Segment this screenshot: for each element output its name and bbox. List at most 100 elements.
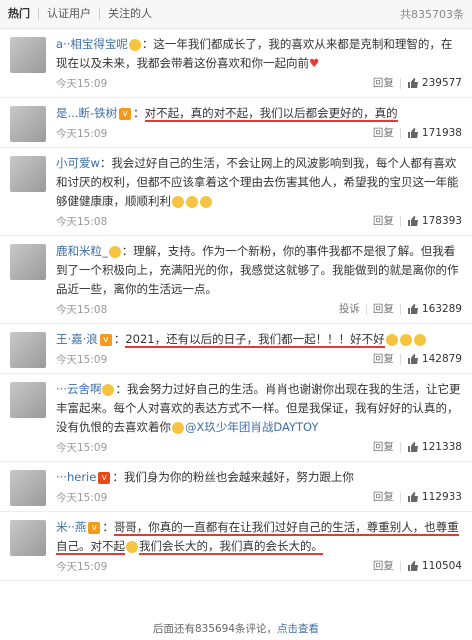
avatar[interactable] [10,106,46,142]
thumb-up-icon [407,304,418,314]
emoji-icon [413,333,426,346]
timestamp: 今天15:09 [56,560,108,573]
comment-text: 王·嘉·浪 v ：2021，还有以后的日子，我们都一起！！！好不好 [56,330,462,349]
tab-hot[interactable]: 热门 [8,8,39,20]
like-button[interactable]: 239577 [401,77,462,89]
reply-button[interactable]: 回复 [367,353,401,365]
comment-text: ···云舍啊 ：我会努力过好自己的生活。肖肖也谢谢你出现在我的生活，让它更丰富起来… [56,382,461,434]
mention-link[interactable]: @X玖少年团肖战DAYTOY [185,420,319,434]
avatar[interactable] [10,382,46,418]
emoji-icon [172,195,184,208]
username[interactable]: ···herie [56,470,96,484]
username[interactable]: 王·嘉·浪 [56,332,98,346]
like-count: 142879 [421,353,462,365]
username[interactable]: a··相宝得宝呢 [56,37,128,51]
avatar[interactable] [10,156,46,192]
emoji-icon [102,383,115,396]
comment-meta: 今天15:08 投诉 回复 163289 [56,299,462,319]
avatar[interactable] [10,520,46,556]
comment-content: 2021，还有以后的日子，我们都一起！！！好不好 [125,332,385,348]
comment-item: 米··燕 v ：哥哥，你真的一直都有在让我们过好自己的生活，尊重别人，也尊重自己。对… [0,512,472,581]
view-more-link[interactable]: 点击查看 [277,623,319,635]
more-comments-footer: 后面还有835694条评论，点击查看 [0,618,472,640]
timestamp: 今天15:09 [56,441,108,454]
emoji-icon [186,195,198,208]
emoji-icon [108,245,121,258]
like-count: 239577 [421,77,462,89]
like-button[interactable]: 171938 [401,127,462,139]
comment-text: ···herie v ：我们身为你的粉丝也会越来越好，努力跟上你 [56,470,354,484]
thumb-up-icon [407,442,418,452]
emoji-icon [399,333,412,346]
timestamp: 今天15:09 [56,127,108,140]
emoji-icon [128,38,141,51]
reply-button[interactable]: 回复 [367,441,401,453]
like-count: 112933 [421,491,462,503]
like-count: 163289 [421,303,462,315]
reply-button[interactable]: 回复 [367,215,401,227]
reply-button[interactable]: 回复 [367,77,401,89]
timestamp: 今天15:09 [56,77,108,90]
comment-content: 我们会长大的，我们真的会长大的。 [139,539,323,555]
username[interactable]: ···云舍啊 [56,382,101,396]
comment-item: 王·嘉·浪 v ：2021，还有以后的日子，我们都一起！！！好不好 今天15:09 … [0,324,472,374]
comment-meta: 今天15:09 回复 142879 [56,349,462,369]
thumb-up-icon [407,216,418,226]
comment-text: 鹿和米粒_ ：理解，支持。作为一个新粉，你的事件我都不是很了解。但我看到了一个积极… [56,244,459,296]
reply-button[interactable]: 回复 [367,560,401,572]
like-button[interactable]: 121338 [401,441,462,453]
avatar[interactable] [10,37,46,73]
timestamp: 今天15:08 [56,303,108,316]
avatar[interactable] [10,470,46,506]
avatar[interactable] [10,332,46,368]
comment-content: 我会过好自己的生活，不会让网上的风波影响到我，每个人都有喜欢和讨厌的权利，但都不… [56,156,459,208]
comment-meta: 今天15:09 回复 121338 [56,437,462,457]
reply-button[interactable]: 回复 [367,303,401,315]
like-button[interactable]: 163289 [401,303,462,315]
vip-badge-icon: v [88,521,101,534]
username[interactable]: 米··燕 [56,520,86,534]
like-count: 121338 [421,441,462,453]
tab-verified[interactable]: 认证用户 [39,8,100,20]
thumb-up-icon [407,354,418,364]
vip-badge-icon: v [99,333,112,346]
comment-text: 小可爱w：我会过好自己的生活，不会让网上的风波影响到我，每个人都有喜欢和讨厌的权… [56,156,459,208]
comment-tabs: 热门 认证用户 关注的人 共835703条 [0,0,472,29]
like-button[interactable]: 142879 [401,353,462,365]
thumb-up-icon [407,78,418,88]
thumb-up-icon [407,128,418,138]
like-button[interactable]: 112933 [401,491,462,503]
comment-content: 我们身为你的粉丝也会越来越好，努力跟上你 [123,470,354,484]
reply-button[interactable]: 回复 [367,491,401,503]
comment-count: 共835703条 [400,8,464,21]
avatar[interactable] [10,244,46,280]
heart-icon: ♥ [309,56,320,70]
comment-item: 鹿和米粒_ ：理解，支持。作为一个新粉，你的事件我都不是很了解。但我看到了一个积极… [0,236,472,324]
emoji-icon [126,540,138,553]
reply-button[interactable]: 回复 [367,127,401,139]
emoji-icon [172,421,184,434]
thumb-up-icon [407,492,418,502]
username[interactable]: 是...断-铁树 [56,106,117,120]
comment-text: 米··燕 v ：哥哥，你真的一直都有在让我们过好自己的生活，尊重别人，也尊重自己。对… [56,520,459,555]
username[interactable]: 鹿和米粒_ [56,244,108,258]
tab-following[interactable]: 关注的人 [100,8,160,20]
comment-item: ···云舍啊 ：我会努力过好自己的生活。肖肖也谢谢你出现在我的生活，让它更丰富起来… [0,374,472,462]
like-count: 110504 [421,560,462,572]
report-button[interactable]: 投诉 [333,303,367,315]
like-button[interactable]: 110504 [401,560,462,572]
comment-text: 是...断-铁树 v ：对不起，真的对不起，我们以后都会更好的，真的 [56,106,398,122]
like-button[interactable]: 178393 [401,215,462,227]
like-count: 178393 [421,215,462,227]
thumb-up-icon [407,561,418,571]
username[interactable]: 小可爱w [56,156,100,170]
comment-content: 对不起，真的对不起，我们以后都会更好的，真的 [144,106,398,122]
comment-meta: 今天15:09 回复 110504 [56,556,462,576]
comment-meta: 今天15:09 回复 239577 [56,73,462,93]
comment-meta: 今天15:08 回复 178393 [56,211,462,231]
emoji-icon [385,333,398,346]
timestamp: 今天15:08 [56,215,108,228]
comment-item: 是...断-铁树 v ：对不起，真的对不起，我们以后都会更好的，真的 今天15:09… [0,98,472,148]
comment-item: a··相宝得宝呢 ：这一年我们都成长了，我的喜欢从来都是克制和理智的，在现在以及未… [0,29,472,98]
comment-meta: 今天15:09 回复 112933 [56,487,462,507]
